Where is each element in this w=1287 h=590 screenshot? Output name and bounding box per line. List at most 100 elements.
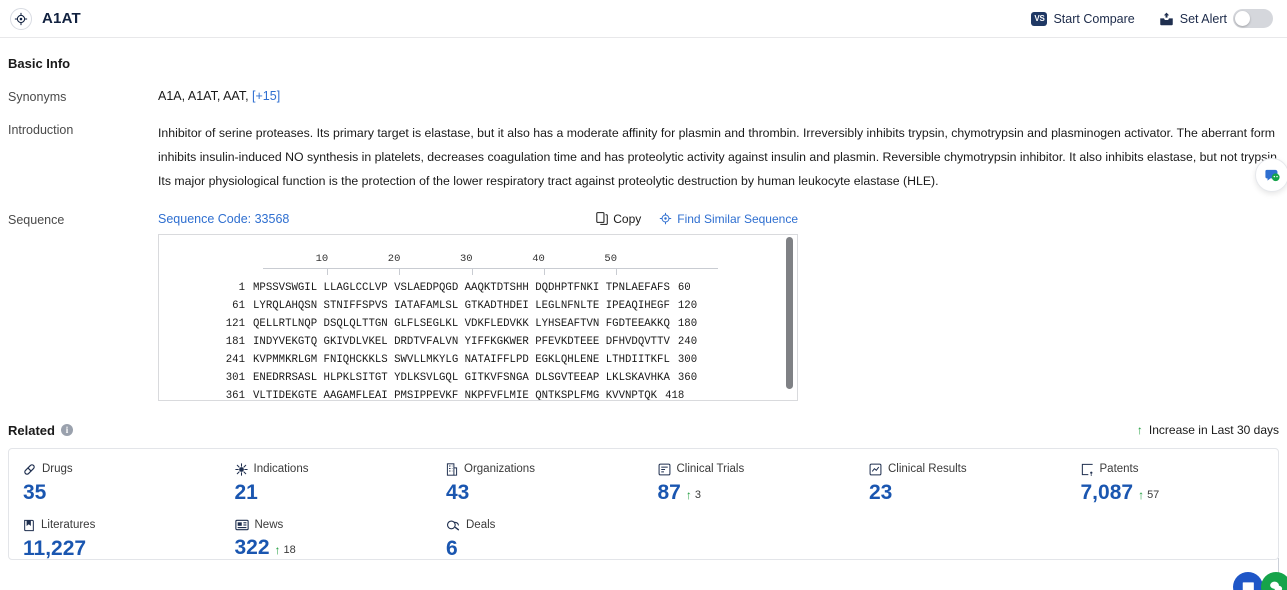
set-alert-toggle[interactable] (1233, 9, 1273, 28)
stat-card-indications[interactable]: Indications 21 (221, 463, 433, 503)
synonyms-label: Synonyms (8, 90, 67, 104)
stat-delta: ↑ 57 (1138, 489, 1159, 501)
start-compare-button[interactable]: VS Start Compare (1031, 11, 1135, 26)
ruler-tick-label: 10 (315, 252, 329, 265)
sequence-label: Sequence (8, 212, 65, 227)
newspaper-icon (234, 519, 249, 531)
clipboard-icon (658, 463, 671, 476)
brand: A1AT (10, 7, 81, 30)
sequence-residues: MPSSVSWGIL LLAGLCCLVP VSLAEDPQGD AAQKTDT… (253, 281, 670, 294)
stat-value: 23 (869, 480, 893, 504)
stat-value-wrap: 7,087 ↑ 57 (1081, 482, 1279, 503)
synonyms-value-wrap: A1A, A1AT, AAT, [+15] (158, 89, 1287, 104)
pill-icon (23, 463, 36, 476)
sequence-line: 241 KVPMMKRLGM FNIQHCKKLS SWVLLMKYLG NATA… (159, 351, 797, 369)
stat-value-wrap: 35 (23, 482, 221, 503)
top-bar: A1AT VS Start Compare Set Alert (0, 0, 1287, 38)
related-header: Related i ↑ Increase in Last 30 days (0, 423, 1287, 438)
sequence-code-link[interactable]: Sequence Code: 33568 (158, 212, 289, 226)
stat-value-wrap: 23 (869, 482, 1067, 503)
stat-label: Literatures (41, 519, 96, 532)
ruler-tick (327, 267, 329, 275)
set-alert-label: Set Alert (1179, 11, 1227, 26)
basic-info-section: Basic Info Synonyms A1A, A1AT, AAT, [+15… (0, 38, 1287, 401)
stat-delta-value: 3 (694, 488, 701, 501)
sequence-row: Sequence Sequence Code: 33568 Copy Find … (8, 212, 1287, 401)
sequence-residues: ENEDRRSASL HLPKLSITGT YDLKSVLGQL GITKVFS… (253, 371, 670, 384)
stat-label: Deals (466, 519, 496, 532)
ruler-tick-label: 30 (459, 252, 473, 265)
stat-label: Drugs (42, 463, 73, 476)
stat-delta-value: 18 (283, 543, 296, 556)
sequence-line: 121 QELLRTLNQP DSQLQLTTGN GLFLSEGLKL VDKF… (159, 315, 797, 333)
patent-icon (1081, 463, 1094, 476)
stat-header: News (234, 518, 433, 531)
stat-label: Organizations (464, 463, 535, 476)
sequence-start-index: 121 (225, 317, 245, 330)
sequence-scrollbar[interactable] (786, 236, 793, 389)
sequence-end-index: 360 (677, 371, 698, 384)
page-root: A1AT VS Start Compare Set Alert Basic In… (0, 0, 1287, 590)
up-arrow-icon: ↑ (1138, 487, 1145, 502)
chat-assistant-icon[interactable] (1255, 158, 1287, 192)
sequence-start-index: 181 (225, 335, 245, 348)
handshake-icon (446, 519, 460, 532)
ruler-tick (616, 267, 617, 275)
synonyms-value: A1A, A1AT, AAT, (158, 89, 253, 103)
sequence-start-index: 1 (238, 281, 245, 294)
start-compare-label: Start Compare (1053, 11, 1135, 26)
stat-card-patents[interactable]: Patents 7,087 ↑ 57 (1067, 463, 1279, 503)
info-icon[interactable]: i (60, 424, 73, 437)
sequence-residues: VLTIDEKGTE AAGAMFLEAI PMSIPPEVKF NKPFVFL… (253, 389, 658, 401)
stat-header: Deals (446, 519, 644, 532)
stat-value-wrap: 87 ↑ 3 (658, 482, 856, 503)
stat-card-deals[interactable]: Deals 6 (432, 519, 644, 559)
sequence-ruler: 10 20 30 40 50 (263, 249, 718, 275)
wechat-icon[interactable] (1261, 572, 1287, 590)
report-icon (869, 463, 882, 476)
stat-label: News (254, 518, 284, 531)
stat-value-wrap: 43 (446, 482, 644, 503)
target-icon (10, 7, 32, 30)
ruler-tick (471, 267, 473, 275)
top-bar-actions: VS Start Compare Set Alert (1031, 9, 1273, 28)
stat-card-drugs[interactable]: Drugs 35 (9, 463, 221, 503)
set-alert-control[interactable]: Set Alert (1159, 9, 1273, 28)
stat-header: Patents (1081, 463, 1279, 476)
related-heading: Related (8, 422, 55, 438)
copy-button[interactable]: Copy (596, 212, 641, 226)
stat-header: Indications (234, 463, 433, 476)
ruler-baseline (263, 267, 718, 269)
stat-label: Clinical Trials (676, 463, 745, 476)
related-stats-card: Drugs 35 Indications 21 Organizations 43 Clini… (8, 447, 1279, 560)
synonyms-more-link[interactable]: [+15] (252, 89, 280, 103)
stat-card-literatures[interactable]: Literatures 11,227 (9, 519, 221, 559)
find-similar-sequence-button[interactable]: Find Similar Sequence (659, 212, 798, 226)
stat-card-news[interactable]: News 322 ↑ 18 (221, 519, 433, 559)
stat-card-organizations[interactable]: Organizations 43 (432, 463, 644, 503)
page-title: A1AT (42, 10, 81, 27)
building-icon (446, 463, 458, 476)
stat-card-clinical-results[interactable]: Clinical Results 23 (855, 463, 1067, 503)
sequence-end-index: 300 (677, 353, 698, 366)
sequence-viewer[interactable]: 10 20 30 40 50 1 MPSSVSWGIL LLAGLCCLVP VSLAED… (158, 233, 798, 401)
stat-value-wrap: 21 (235, 482, 433, 503)
introduction-row: Introduction Inhibitor of serine proteas… (8, 122, 1287, 194)
stat-label: Patents (1099, 463, 1139, 476)
sequence-residues: QELLRTLNQP DSQLQLTTGN GLFLSEGLKL VDKFLED… (253, 317, 670, 330)
sequence-end-index: 180 (677, 317, 698, 330)
alert-inbox-icon (1159, 12, 1174, 26)
sequence-end-index: 240 (677, 335, 698, 348)
synonyms-row: Synonyms A1A, A1AT, AAT, [+15] (8, 89, 1287, 104)
sequence-line: 301 ENEDRRSASL HLPKLSITGT YDLKSVLGQL GITK… (159, 369, 797, 387)
up-arrow-icon: ↑ (274, 542, 281, 557)
message-icon[interactable] (1233, 572, 1263, 590)
stat-value: 7,087 (1080, 480, 1134, 504)
stat-header: Drugs (23, 463, 221, 476)
stat-delta: ↑ 18 (275, 544, 296, 556)
stat-card-clinical-trials[interactable]: Clinical Trials 87 ↑ 3 (644, 463, 856, 503)
sequence-viewer-inner: 10 20 30 40 50 1 MPSSVSWGIL LLAGLCCLVP VSLAED… (159, 235, 797, 401)
sequence-residues: INDYVEKGTQ GKIVDLVKEL DRDTVFALVN YIFFKGK… (253, 335, 670, 348)
sequence-line: 361 VLTIDEKGTE AAGAMFLEAI PMSIPPEVKF NKPF… (159, 387, 797, 401)
increase-legend: ↑ Increase in Last 30 days (1137, 423, 1279, 437)
